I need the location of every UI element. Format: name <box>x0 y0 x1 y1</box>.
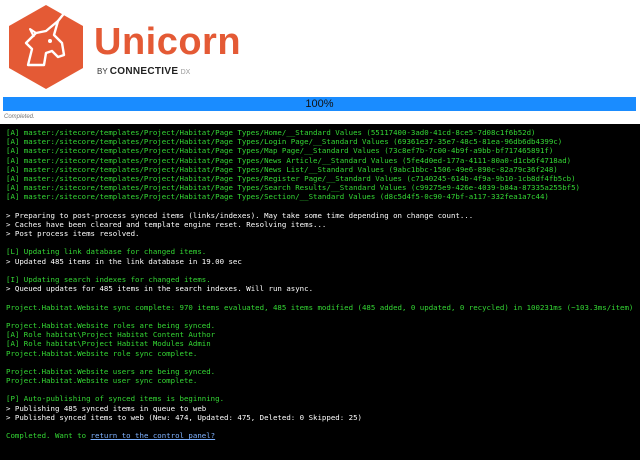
console-line: [L] Updating link database for changed i… <box>6 247 207 257</box>
console-line: [A] Role habitat\Project Habitat Content… <box>6 330 216 340</box>
unicorn-logo-icon <box>9 5 83 89</box>
return-control-panel-link[interactable]: return to the control panel? <box>91 431 216 440</box>
console-line: [A] master:/sitecore/templates/Project/H… <box>6 183 580 193</box>
console-line: > Preparing to post-process synced items… <box>6 210 474 220</box>
console-line: Project.Habitat.Website sync complete: 9… <box>6 302 634 312</box>
console-line: Project.Habitat.Website roles are being … <box>6 320 216 330</box>
final-message: Completed. Want to <box>6 431 91 441</box>
console-line: [A] master:/sitecore/templates/Project/H… <box>6 155 572 165</box>
console-line: > Publishing 485 synced items in queue t… <box>6 403 207 413</box>
console-line: [A] master:/sitecore/templates/Project/H… <box>6 164 558 174</box>
console-line: [I] Updating search indexes for changed … <box>6 275 211 284</box>
console-line: [A] master:/sitecore/templates/Project/H… <box>6 173 576 183</box>
partner-name: CONNECTIVE <box>109 66 179 77</box>
brand-name: Unicorn <box>94 21 242 63</box>
partner-suffix: DX <box>180 69 191 76</box>
console-final-line: Completed. Want to return to the control… <box>6 431 634 440</box>
by-label: BY <box>97 67 108 76</box>
console-line: > Updated 485 items in the link database… <box>6 256 242 266</box>
console-line: > Post process items resolved. <box>6 229 140 239</box>
sync-console: [A] master:/sitecore/templates/Project/H… <box>0 124 640 460</box>
console-line: Project.Habitat.Website users are being … <box>6 366 216 376</box>
byline: BY CONNECTIVE DX <box>97 66 190 77</box>
console-line: [A] master:/sitecore/templates/Project/H… <box>6 128 536 137</box>
console-line: Project.Habitat.Website user sync comple… <box>6 376 198 386</box>
progress-bar: 100% <box>3 97 636 111</box>
console-line: > Published synced items to web (New: 47… <box>6 412 362 422</box>
console-line: Project.Habitat.Website role sync comple… <box>6 348 198 358</box>
console-line: > Caches have been cleared and template … <box>6 219 327 229</box>
console-line: [P] Auto-publishing of synced items is b… <box>6 394 225 404</box>
status-text: Completed. <box>4 114 35 120</box>
header: Unicorn BY CONNECTIVE DX <box>0 0 640 95</box>
console-line: [A] master:/sitecore/templates/Project/H… <box>6 137 563 147</box>
console-line: [A] Role habitat\Project Habitat Modules… <box>6 339 211 349</box>
console-line: [A] master:/sitecore/templates/Project/H… <box>6 146 554 156</box>
console-line: [A] master:/sitecore/templates/Project/H… <box>6 192 549 202</box>
console-line: > Queued updates for 485 items in the se… <box>6 284 314 294</box>
progress-percent: 100% <box>305 98 334 110</box>
